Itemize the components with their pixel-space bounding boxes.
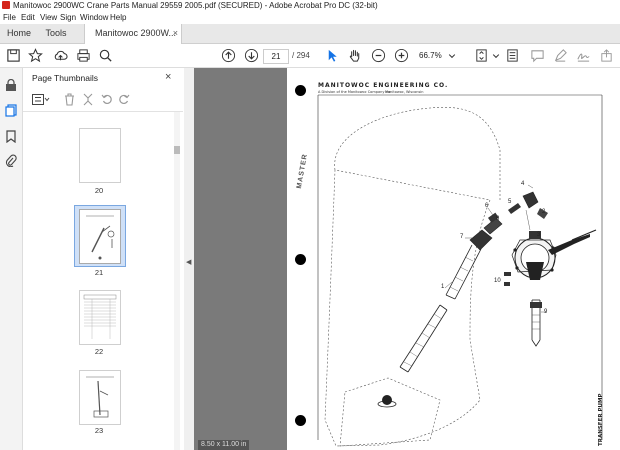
- window-title: Manitowoc 2900WC Crane Parts Manual 2955…: [13, 1, 378, 10]
- thumbnail-page-20[interactable]: [79, 128, 121, 183]
- options-menu-icon[interactable]: [32, 94, 50, 105]
- callout-4: 4: [521, 181, 525, 187]
- thumbnail-label: 21: [94, 268, 104, 277]
- thumbnail-label: 23: [94, 426, 104, 435]
- lock-icon[interactable]: [5, 79, 17, 92]
- menu-file[interactable]: File: [3, 11, 16, 24]
- search-icon[interactable]: [98, 48, 113, 63]
- attachments-icon[interactable]: [5, 154, 17, 167]
- zoom-out-icon[interactable]: [371, 48, 386, 63]
- tab-tools[interactable]: Tools: [38, 24, 74, 43]
- tab-document[interactable]: Manitowoc 2900W... ×: [84, 24, 182, 44]
- callout-1: 1: [441, 284, 445, 290]
- menu-view[interactable]: View: [40, 11, 57, 24]
- thumbnail-label: 20: [94, 186, 104, 195]
- comment-icon[interactable]: [530, 48, 545, 63]
- panel-close-button[interactable]: ×: [165, 71, 171, 83]
- bookmark-star-icon[interactable]: [28, 48, 43, 63]
- hand-tool-icon[interactable]: [347, 48, 362, 63]
- callout-10: 10: [494, 278, 501, 284]
- rotate-clockwise-icon[interactable]: [118, 93, 130, 106]
- menu-bar: File Edit View Sign Window Help: [0, 11, 620, 24]
- tab-home[interactable]: Home: [0, 24, 38, 43]
- bookmarks-icon[interactable]: [6, 130, 16, 143]
- menu-edit[interactable]: Edit: [21, 11, 35, 24]
- callout-5: 5: [508, 199, 512, 205]
- scrollbar-thumb[interactable]: [174, 146, 180, 154]
- callout-8: 8: [496, 216, 500, 222]
- acrobat-icon: [2, 1, 10, 9]
- thumbnail-drawing: [86, 376, 114, 418]
- delete-page-icon[interactable]: [64, 93, 75, 106]
- callout-3: 3: [537, 232, 541, 238]
- tab-close-button[interactable]: ×: [173, 24, 178, 43]
- thumbnail-parts-table: [83, 294, 117, 339]
- upload-cloud-icon[interactable]: [53, 48, 68, 63]
- zoom-level-input[interactable]: 66.7%: [419, 49, 449, 62]
- title-bar: Manitowoc 2900WC Crane Parts Manual 2955…: [0, 0, 620, 11]
- exploded-parts-drawing: [317, 94, 603, 447]
- fit-dropdown-icon[interactable]: [492, 48, 500, 63]
- callout-6: 6: [485, 203, 489, 209]
- callout-2: 2: [542, 209, 546, 215]
- print-icon[interactable]: [76, 48, 91, 63]
- callout-7: 7: [460, 234, 464, 240]
- panel-collapse-handle[interactable]: ◀: [184, 68, 194, 450]
- tab-bar: Home Tools Manitowoc 2900W... ×: [0, 24, 620, 44]
- toolbar: [0, 44, 620, 68]
- page-count: / 294: [292, 51, 310, 60]
- rotate-counterclockwise-icon[interactable]: [101, 93, 113, 106]
- panel-toolbar: [23, 89, 183, 112]
- highlight-pen-icon[interactable]: [553, 48, 568, 63]
- thumbnail-drawing: [86, 215, 115, 260]
- zoom-in-icon[interactable]: [394, 48, 409, 63]
- menu-help[interactable]: Help: [110, 11, 126, 24]
- tab-document-label: Manitowoc 2900W...: [95, 28, 177, 38]
- menu-sign[interactable]: Sign: [60, 11, 76, 24]
- zoom-dropdown-icon[interactable]: [448, 48, 456, 63]
- next-page-icon[interactable]: [244, 48, 259, 63]
- save-icon[interactable]: [6, 48, 21, 63]
- left-rail: [0, 68, 23, 450]
- extract-page-icon[interactable]: [82, 93, 94, 106]
- thumbnail-scrollbar[interactable]: [174, 112, 180, 450]
- collapse-arrow-icon: ◀: [186, 259, 192, 266]
- callout-9: 9: [544, 309, 548, 315]
- thumbnail-page-23[interactable]: [79, 370, 121, 425]
- select-cursor-icon[interactable]: [325, 48, 340, 63]
- sign-icon[interactable]: [576, 48, 591, 63]
- thumbnail-label: 22: [94, 347, 104, 356]
- thumbnail-page-21-selected[interactable]: [74, 205, 126, 267]
- share-icon[interactable]: [599, 48, 614, 63]
- fit-page-icon[interactable]: [474, 48, 489, 63]
- scroll-mode-icon[interactable]: [505, 48, 520, 63]
- previous-page-icon[interactable]: [221, 48, 236, 63]
- thumbnail-page-21: [79, 209, 121, 264]
- page-number-input[interactable]: 21: [263, 49, 289, 64]
- panel-title: Page Thumbnails: [32, 73, 98, 83]
- page-thumbnails-icon[interactable]: [5, 104, 17, 117]
- menu-window[interactable]: Window: [80, 11, 108, 24]
- thumbnail-page-22[interactable]: [79, 290, 121, 345]
- page-size-indicator: 8.50 x 11.00 in: [198, 440, 250, 450]
